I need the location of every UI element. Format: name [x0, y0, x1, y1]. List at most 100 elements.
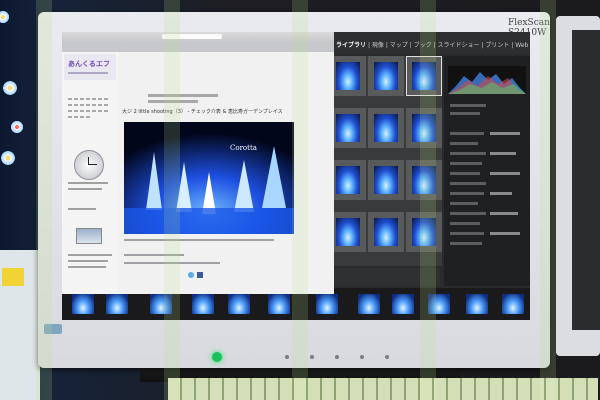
filmstrip-thumbnail[interactable] [106, 294, 128, 314]
photo-caption-line [124, 239, 274, 241]
metadata-value [490, 132, 520, 135]
module-map[interactable]: マップ [390, 42, 408, 49]
metadata-row [450, 132, 484, 135]
laptop-ad-image[interactable] [76, 228, 102, 244]
illumination-photo: Corotta [124, 122, 294, 234]
calendar-cell[interactable] [68, 110, 72, 112]
calendar-cell[interactable] [80, 116, 84, 118]
control-button[interactable] [310, 355, 314, 359]
twitter-share-icon[interactable] [188, 272, 194, 278]
calendar-cell[interactable] [68, 104, 72, 106]
filmstrip-thumbnail[interactable] [268, 294, 290, 314]
control-button[interactable] [360, 355, 364, 359]
calendar-cell[interactable] [104, 98, 108, 100]
calendar-cell[interactable] [98, 104, 102, 106]
filmstrip-thumbnail[interactable] [358, 294, 380, 314]
control-button[interactable] [335, 355, 339, 359]
photo-scene: FlexScan S2410W ライブラリ | 現像 | マップ | ブック |… [0, 0, 600, 400]
calendar-cell[interactable] [86, 104, 90, 106]
photo-thumbnail [336, 114, 360, 142]
calendar-cell[interactable] [98, 110, 102, 112]
grid-cell[interactable] [368, 108, 404, 148]
filmstrip-thumbnail[interactable] [392, 294, 414, 314]
grid-cell[interactable] [368, 212, 404, 252]
calendar-cell[interactable] [92, 98, 96, 100]
keyboard[interactable] [168, 378, 598, 400]
calendar-cell[interactable] [92, 110, 96, 112]
sidebar-text-line [68, 266, 106, 268]
filmstrip-thumbnail[interactable] [502, 294, 524, 314]
calendar-cell[interactable] [68, 116, 72, 118]
moire-band [540, 0, 556, 400]
calendar-cell[interactable] [80, 110, 84, 112]
moire-band [36, 0, 52, 400]
calendar-cell[interactable] [68, 98, 72, 100]
photo-thumbnail [374, 114, 398, 142]
metadata-row [450, 152, 486, 155]
filmstrip-thumbnail[interactable] [316, 294, 338, 314]
calendar-cell[interactable] [74, 110, 78, 112]
module-library[interactable]: ライブラリ [336, 42, 366, 49]
calendar-cell[interactable] [104, 104, 108, 106]
filmstrip-thumbnail[interactable] [192, 294, 214, 314]
grid-cell[interactable] [330, 56, 366, 96]
calendar-cell[interactable] [98, 98, 102, 100]
post-date-line [148, 94, 218, 97]
calendar-cell[interactable] [86, 110, 90, 112]
post-photo[interactable]: Corotta [124, 122, 294, 234]
calendar-cell[interactable] [74, 116, 78, 118]
module-slideshow[interactable]: スライドショー [438, 42, 480, 49]
metadata-value [490, 232, 520, 235]
metadata-row [450, 142, 478, 145]
calendar-cell[interactable] [74, 98, 78, 100]
control-button[interactable] [385, 355, 389, 359]
metadata-row [450, 232, 484, 235]
metadata-row [450, 104, 486, 107]
metadata-row [450, 192, 484, 195]
module-web[interactable]: Web [515, 42, 528, 49]
metadata-row [450, 182, 486, 185]
metadata-row [450, 222, 480, 225]
photo-thumbnail [374, 166, 398, 194]
module-develop[interactable]: 現像 [372, 42, 384, 49]
grid-cell[interactable] [368, 56, 404, 96]
blog-site-title[interactable]: あんくるエフ [68, 59, 110, 69]
power-button[interactable] [212, 352, 222, 362]
grid-cell[interactable] [330, 160, 366, 200]
facebook-share-icon[interactable] [197, 272, 203, 278]
grid-cell[interactable] [330, 212, 366, 252]
calendar-cell[interactable] [86, 116, 90, 118]
module-print[interactable]: プリント [485, 42, 509, 49]
filmstrip-thumbnail[interactable] [228, 294, 250, 314]
photo-thumbnail [336, 62, 360, 90]
second-monitor-screen [572, 30, 600, 330]
calendar-cell[interactable] [74, 104, 78, 106]
metadata-value [490, 152, 516, 155]
filmstrip-thumbnail[interactable] [72, 294, 94, 314]
calendar-cell[interactable] [104, 110, 108, 112]
sidebar-text-line [68, 188, 102, 190]
metadata-value [490, 192, 512, 195]
calendar-cell[interactable] [86, 98, 90, 100]
filmstrip-thumbnail[interactable] [466, 294, 488, 314]
sidebar-text-line [68, 260, 108, 262]
post-title[interactable]: 大ジ 2 little shooting（3） - チェック介表 & 恵比寿ガー… [122, 108, 283, 115]
calendar-cell[interactable] [80, 98, 84, 100]
wall-flower-decoration [10, 120, 24, 134]
sidebar-text-line [68, 208, 96, 210]
moire-band [292, 0, 308, 400]
clock-minute-hand [88, 164, 97, 165]
photo-thumbnail [374, 62, 398, 90]
clock-widget [74, 150, 104, 180]
ground-lights [124, 208, 294, 234]
photo-thumbnail [336, 218, 360, 246]
metadata-row [450, 202, 478, 205]
grid-cell[interactable] [368, 160, 404, 200]
sidebar-text-line [68, 254, 112, 256]
calendar-cell[interactable] [92, 104, 96, 106]
control-button[interactable] [285, 355, 289, 359]
calendar-cell[interactable] [80, 104, 84, 106]
grid-cell[interactable] [330, 108, 366, 148]
moire-band [164, 0, 180, 400]
metadata-row [450, 112, 480, 115]
